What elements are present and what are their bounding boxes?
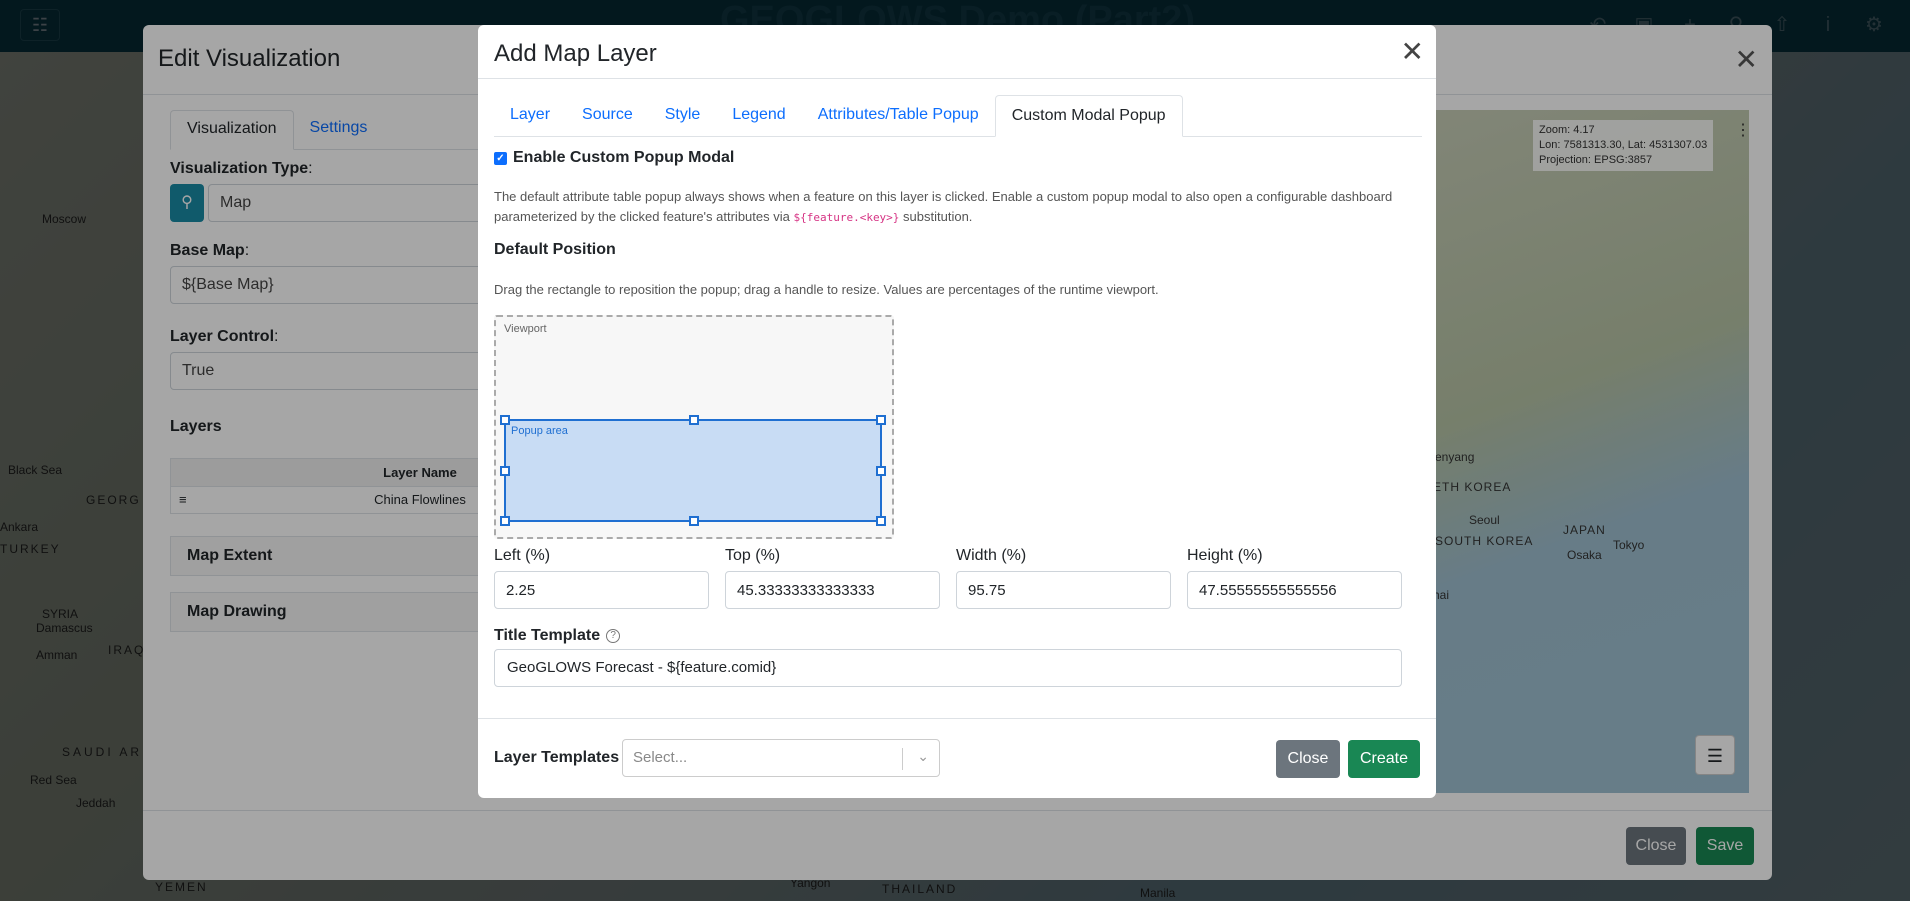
tab-layer[interactable]: Layer bbox=[494, 95, 566, 136]
default-position-heading: Default Position bbox=[494, 241, 616, 258]
left-input[interactable]: 2.25 bbox=[494, 571, 709, 609]
viewport-label: Viewport bbox=[504, 323, 547, 335]
tab-attributes-table-popup[interactable]: Attributes/Table Popup bbox=[802, 95, 995, 136]
code-snippet: ${feature.<key>} bbox=[793, 211, 900, 224]
resize-handle-s[interactable] bbox=[689, 516, 699, 526]
position-fields: Left (%) 2.25 Top (%) 45.33333333333333 … bbox=[494, 547, 1402, 609]
resize-handle-sw[interactable] bbox=[500, 516, 510, 526]
tab-source[interactable]: Source bbox=[566, 95, 649, 136]
field-label: Left (%) bbox=[494, 547, 551, 564]
modal-title: Add Map Layer bbox=[494, 40, 657, 67]
field-label: Height (%) bbox=[1187, 547, 1263, 564]
add-map-layer-modal: Add Map Layer ✕ Layer Source Style Legen… bbox=[478, 25, 1436, 798]
resize-handle-se[interactable] bbox=[876, 516, 886, 526]
resize-handle-w[interactable] bbox=[500, 466, 510, 476]
enable-custom-popup: ✓ Enable Custom Popup Modal bbox=[494, 149, 734, 167]
close-icon[interactable]: ✕ bbox=[1401, 35, 1424, 68]
tab-style[interactable]: Style bbox=[649, 95, 717, 136]
create-button[interactable]: Create bbox=[1348, 740, 1420, 778]
select-separator bbox=[902, 748, 903, 770]
title-template-input[interactable]: GeoGLOWS Forecast - ${feature.comid} bbox=[494, 649, 1402, 687]
height-input[interactable]: 47.55555555555556 bbox=[1187, 571, 1402, 609]
resize-handle-ne[interactable] bbox=[876, 415, 886, 425]
modal-header: Add Map Layer ✕ bbox=[478, 25, 1436, 79]
checkbox-label: Enable Custom Popup Modal bbox=[513, 149, 735, 166]
layer-templates-select[interactable]: Select... ⌄ bbox=[622, 739, 940, 777]
tabs: Layer Source Style Legend Attributes/Tab… bbox=[494, 95, 1422, 137]
close-button[interactable]: Close bbox=[1276, 740, 1340, 778]
field-label: Top (%) bbox=[725, 547, 781, 564]
width-input[interactable]: 95.75 bbox=[956, 571, 1171, 609]
tab-legend[interactable]: Legend bbox=[716, 95, 801, 136]
viewport-preview: Viewport Popup area bbox=[494, 315, 894, 539]
modal-footer: Layer Templates Select... ⌄ Close Create bbox=[478, 718, 1436, 798]
resize-handle-e[interactable] bbox=[876, 466, 886, 476]
enable-checkbox[interactable]: ✓ bbox=[494, 151, 507, 165]
resize-handle-n[interactable] bbox=[689, 415, 699, 425]
resize-handle-nw[interactable] bbox=[500, 415, 510, 425]
field-label: Width (%) bbox=[956, 547, 1027, 564]
layer-templates-label: Layer Templates bbox=[494, 749, 620, 766]
help-icon[interactable]: ? bbox=[606, 629, 621, 643]
width-field: Width (%) 95.75 bbox=[956, 547, 1171, 609]
height-field: Height (%) 47.55555555555556 bbox=[1187, 547, 1402, 609]
popup-area-label: Popup area bbox=[511, 425, 568, 437]
tab-custom-modal-popup[interactable]: Custom Modal Popup bbox=[994, 95, 1183, 137]
popup-area-rect[interactable]: Popup area bbox=[500, 415, 886, 526]
description-text-end: substitution. bbox=[899, 209, 973, 224]
modal-body: Layer Source Style Legend Attributes/Tab… bbox=[494, 95, 1422, 715]
chevron-down-icon[interactable]: ⌄ bbox=[917, 748, 929, 765]
title-template-label: Title Template ? bbox=[494, 627, 621, 645]
tab-content: ✓ Enable Custom Popup Modal The default … bbox=[494, 137, 1422, 717]
select-placeholder: Select... bbox=[633, 749, 688, 766]
left-field: Left (%) 2.25 bbox=[494, 547, 709, 609]
title-template-text: Title Template bbox=[494, 627, 601, 644]
description: The default attribute table popup always… bbox=[494, 187, 1394, 228]
top-field: Top (%) 45.33333333333333 bbox=[725, 547, 940, 609]
position-hint: Drag the rectangle to reposition the pop… bbox=[494, 282, 1159, 297]
top-input[interactable]: 45.33333333333333 bbox=[725, 571, 940, 609]
